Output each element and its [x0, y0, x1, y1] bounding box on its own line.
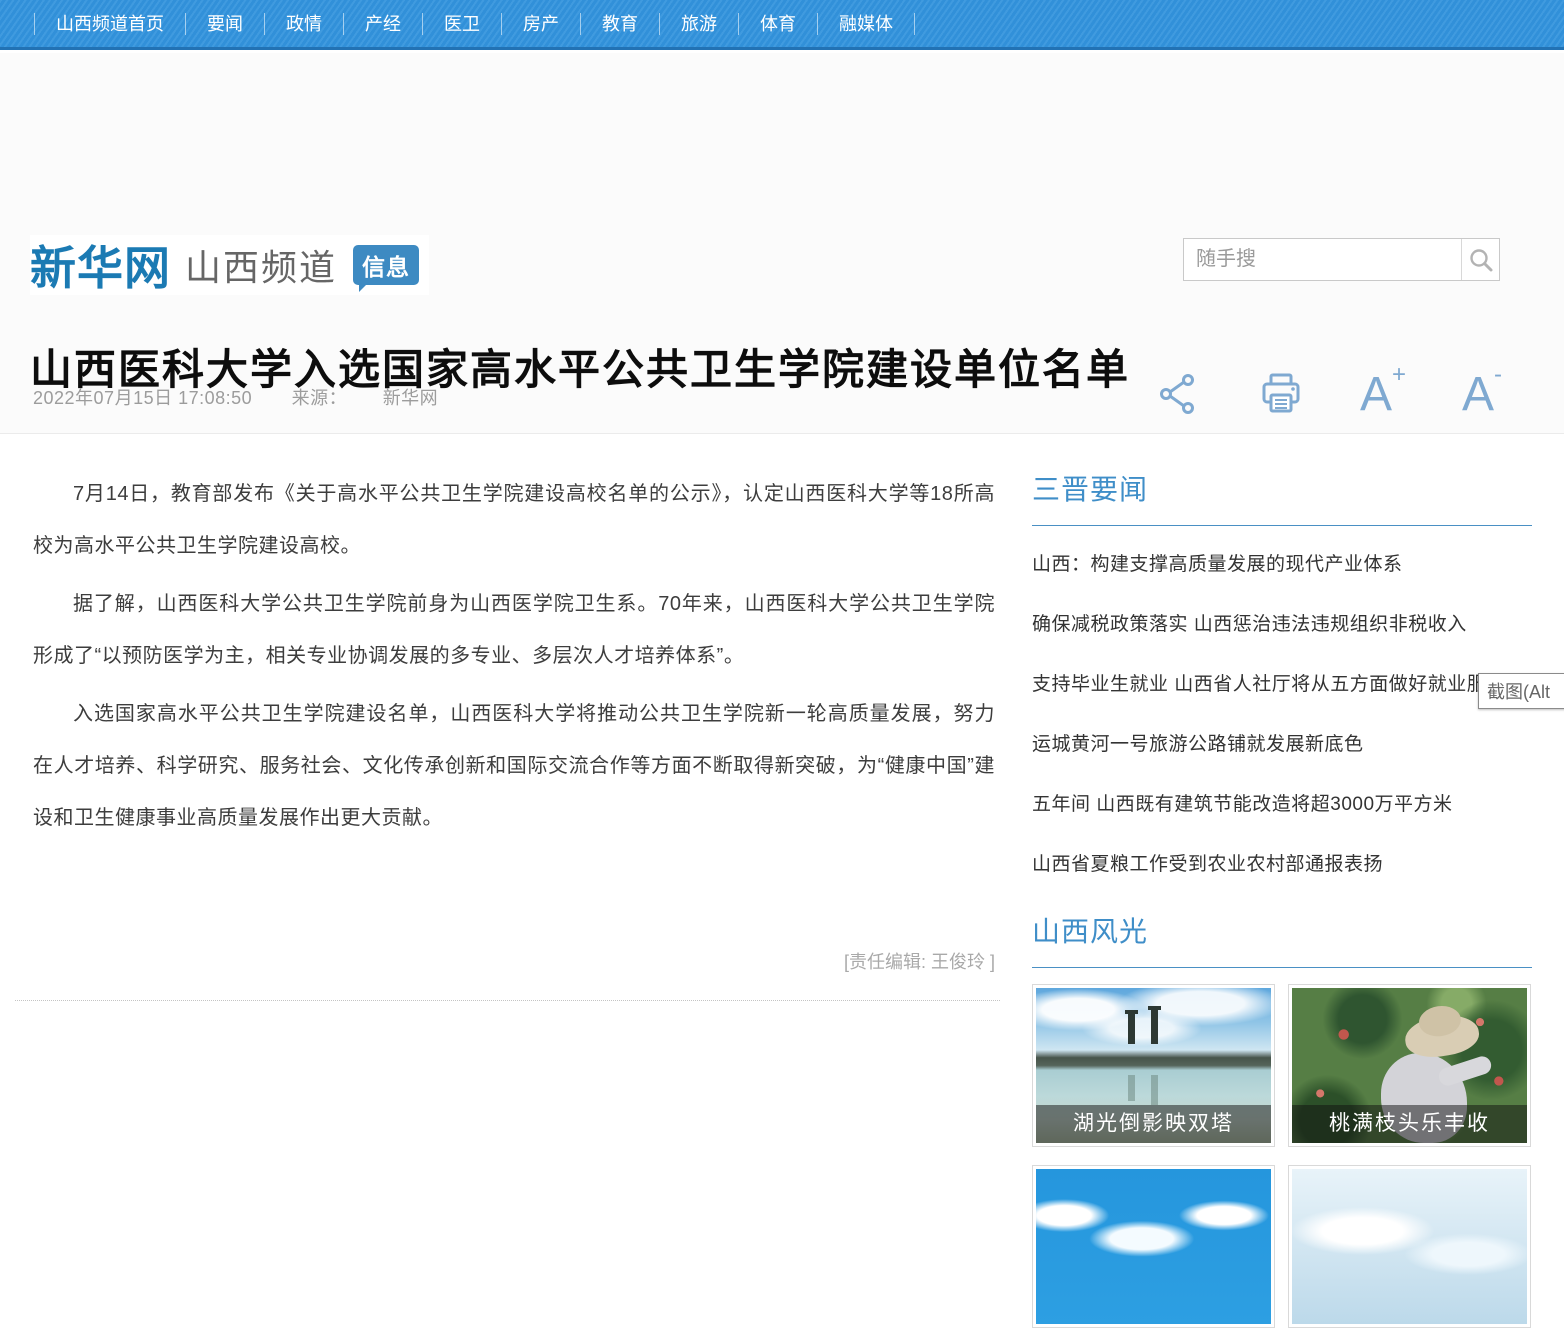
publish-date: 2022年07月15日 17:08:50	[33, 388, 252, 408]
search-box	[1183, 238, 1500, 281]
nav-item-chanjing[interactable]: 产经	[343, 13, 422, 35]
pagoda-shape	[1128, 1014, 1135, 1044]
peach-harvest-image: 桃满枝头乐丰收	[1292, 988, 1527, 1143]
pagoda-reflection	[1151, 1075, 1158, 1105]
nav-item-jiaoyu[interactable]: 教育	[580, 13, 659, 35]
search-icon	[1468, 247, 1494, 273]
info-badge: 信息	[353, 245, 419, 285]
sky-image	[1036, 1169, 1271, 1324]
search-input[interactable]	[1184, 239, 1461, 280]
nav-item-yiwei[interactable]: 医卫	[422, 13, 501, 35]
source-label: 来源：	[292, 388, 348, 408]
sidebar-news-heading[interactable]: 三晋要闻	[1032, 468, 1532, 526]
nav-item-fangchan[interactable]: 房产	[501, 13, 580, 35]
article-meta: 2022年07月15日 17:08:50 来源： 新华网	[33, 384, 438, 410]
font-decrease-label: A-	[1462, 373, 1502, 417]
font-decrease-button[interactable]: A-	[1462, 373, 1502, 417]
editor-credit: [责任编辑: 王俊玲 ]	[33, 948, 995, 974]
nav-item-home[interactable]: 山西频道首页	[34, 13, 185, 35]
share-button[interactable]	[1156, 371, 1202, 417]
article-paragraph: 据了解，山西医科大学公共卫生学院前身为山西医学院卫生系。70年来，山西医科大学公…	[33, 578, 995, 682]
print-button[interactable]	[1258, 371, 1304, 417]
news-list: 山西：构建支撑高质量发展的现代产业体系 确保减税政策落实 山西惩治违法违规组织非…	[1032, 550, 1532, 879]
photo-caption: 桃满枝头乐丰收	[1292, 1105, 1527, 1143]
article-divider	[15, 1000, 1000, 1001]
channel-name: 山西频道	[185, 239, 337, 291]
print-icon	[1258, 371, 1304, 417]
sidebar: 三晋要闻 山西：构建支撑高质量发展的现代产业体系 确保减税政策落实 山西惩治违法…	[1032, 468, 1532, 1328]
news-list-item[interactable]: 支持毕业生就业 山西省人社厅将从五方面做好就业服务	[1032, 670, 1532, 699]
article-paragraph: 7月14日，教育部发布《关于高水平公共卫生学院建设高校名单的公示》，认定山西医科…	[33, 468, 995, 572]
news-list-item[interactable]: 山西：构建支撑高质量发展的现代产业体系	[1032, 550, 1532, 579]
source-value[interactable]: 新华网	[383, 388, 439, 408]
xinhuanet-logo[interactable]: 新华网	[30, 232, 171, 298]
photo-caption: 湖光倒影映双塔	[1036, 1105, 1271, 1143]
site-logo[interactable]: 新华网 山西频道 信息	[30, 235, 429, 295]
sky-image	[1292, 1169, 1527, 1324]
top-navigation: 山西频道首页 要闻 政情 产经 医卫 房产 教育 旅游 体育 融媒体	[0, 0, 1564, 50]
pagoda-shape	[1151, 1010, 1158, 1044]
news-list-item[interactable]: 山西省夏粮工作受到农业农村部通报表扬	[1032, 850, 1532, 879]
photo-thumb-lake[interactable]: 湖光倒影映双塔	[1032, 984, 1275, 1147]
pagoda-reflection	[1128, 1075, 1135, 1101]
nav-item-yaowen[interactable]: 要闻	[185, 13, 264, 35]
article-actions: A+ A-	[1156, 371, 1502, 417]
article-paragraph: 入选国家高水平公共卫生学院建设名单，山西医科大学将推动公共卫生学院新一轮高质量发…	[33, 688, 995, 844]
article-header: 新华网 山西频道 信息 山西医科大学入选国家高水平公共卫生学院建设单位名单 20…	[0, 53, 1564, 434]
photo-thumb-sky-2[interactable]	[1288, 1165, 1531, 1328]
news-list-item[interactable]: 运城黄河一号旅游公路铺就发展新底色	[1032, 730, 1532, 759]
sidebar-gallery-heading[interactable]: 山西风光	[1032, 910, 1532, 968]
nav-item-zhengqing[interactable]: 政情	[264, 13, 343, 35]
article-body: 7月14日，教育部发布《关于高水平公共卫生学院建设高校名单的公示》，认定山西医科…	[33, 468, 995, 850]
search-button[interactable]	[1461, 239, 1499, 280]
font-increase-button[interactable]: A+	[1360, 373, 1406, 417]
hat-shape	[1402, 1011, 1481, 1061]
photo-thumb-sky-1[interactable]	[1032, 1165, 1275, 1328]
photo-grid: 湖光倒影映双塔 桃满枝头乐丰收	[1032, 984, 1532, 1328]
nav-item-tiyu[interactable]: 体育	[738, 13, 817, 35]
share-icon	[1156, 371, 1202, 417]
news-list-item[interactable]: 确保减税政策落实 山西惩治违法违规组织非税收入	[1032, 610, 1532, 639]
lake-pagodas-image: 湖光倒影映双塔	[1036, 988, 1271, 1143]
font-increase-label: A+	[1360, 373, 1406, 417]
nav-item-rongmeiti[interactable]: 融媒体	[817, 13, 915, 35]
screenshot-tooltip: 截图(Alt	[1478, 673, 1564, 709]
nav-item-lvyou[interactable]: 旅游	[659, 13, 738, 35]
news-list-item[interactable]: 五年间 山西既有建筑节能改造将超3000万平方米	[1032, 790, 1532, 819]
photo-thumb-peach[interactable]: 桃满枝头乐丰收	[1288, 984, 1531, 1147]
